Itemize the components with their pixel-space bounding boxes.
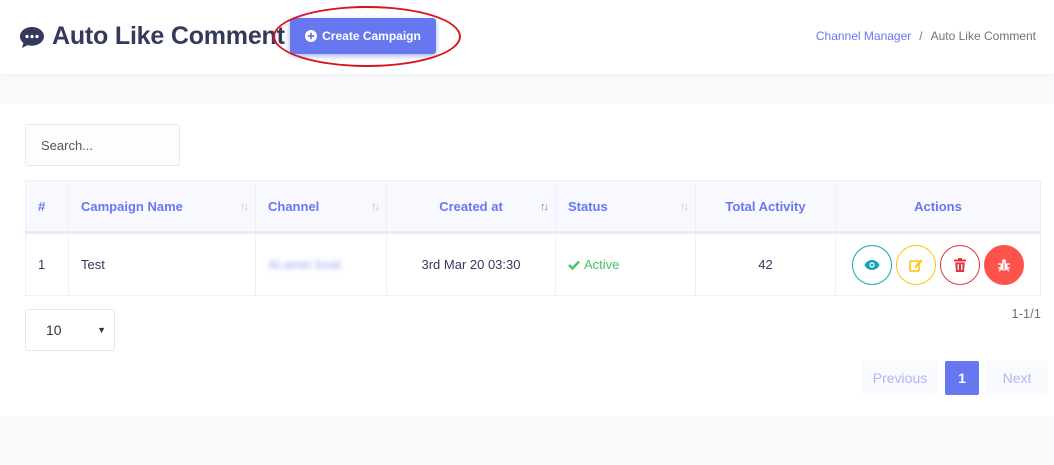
campaign-table: # Campaign Name ↑↓ Channel ↑↓ Created at ↑↓… bbox=[25, 180, 1041, 296]
edit-icon bbox=[909, 259, 923, 272]
next-page-button[interactable]: Next bbox=[986, 361, 1048, 395]
plus-circle-icon bbox=[305, 30, 318, 42]
eye-icon bbox=[864, 259, 880, 270]
delete-button[interactable] bbox=[940, 244, 980, 285]
create-campaign-button[interactable]: Create Campaign bbox=[290, 18, 436, 54]
col-created-at[interactable]: Created at ↑↓ bbox=[386, 180, 556, 234]
campaign-card: # Campaign Name↑↓ Channel↑↓ Created at↑↓… bbox=[0, 104, 1054, 416]
page-1-button[interactable]: 1 bbox=[945, 361, 979, 395]
page-size-value: 10 bbox=[46, 322, 62, 338]
pagination: Previous 1 Next bbox=[862, 361, 1048, 395]
cell-campaign-name: Test bbox=[68, 232, 256, 296]
breadcrumb-current: Auto Like Comment bbox=[930, 29, 1036, 43]
page-title: Auto Like Comment bbox=[52, 22, 285, 50]
caret-down-icon: ▼ bbox=[97, 325, 106, 335]
bug-icon bbox=[998, 258, 1010, 271]
table-row: 1 Test Al-amin boat 3rd Mar 20 03:30 Act… bbox=[25, 232, 1041, 296]
cell-actions bbox=[835, 232, 1041, 296]
sort-icon: ↑↓ bbox=[680, 201, 689, 213]
action-buttons bbox=[836, 234, 1040, 295]
edit-button[interactable] bbox=[896, 244, 936, 285]
create-campaign-label: Create Campaign bbox=[322, 29, 421, 43]
trash-icon bbox=[954, 257, 966, 272]
view-button[interactable] bbox=[852, 244, 892, 285]
title-group: Auto Like Comment bbox=[19, 22, 285, 51]
col-index[interactable]: # bbox=[25, 180, 69, 234]
channel-name: Al-amin boat bbox=[268, 257, 341, 272]
status-badge: Active bbox=[568, 257, 619, 272]
sort-icon: ↑↓ bbox=[540, 201, 549, 213]
page-size-select[interactable]: 10 ▼ bbox=[25, 309, 115, 351]
col-campaign-name[interactable]: Campaign Name ↑↓ bbox=[68, 180, 256, 234]
search-input[interactable] bbox=[25, 124, 180, 166]
cell-total-activity: 42 bbox=[695, 232, 836, 296]
breadcrumb-separator: / bbox=[919, 29, 923, 43]
report-bug-button[interactable] bbox=[984, 244, 1024, 285]
pagination-range: 1-1/1 bbox=[1011, 306, 1041, 321]
col-total-activity[interactable]: Total Activity bbox=[695, 180, 836, 234]
breadcrumb: Channel Manager / Auto Like Comment bbox=[816, 29, 1036, 43]
cell-status: Active bbox=[555, 232, 696, 296]
cell-created-at: 3rd Mar 20 03:30 bbox=[386, 232, 556, 296]
comment-dots-icon bbox=[20, 26, 44, 48]
top-header: Auto Like Comment Create Campaign Channe… bbox=[0, 0, 1054, 74]
breadcrumb-channel-manager[interactable]: Channel Manager bbox=[816, 29, 911, 43]
col-actions: Actions bbox=[835, 180, 1041, 234]
cell-channel: Al-amin boat bbox=[255, 232, 387, 296]
previous-page-button[interactable]: Previous bbox=[862, 361, 938, 395]
col-status[interactable]: Status ↑↓ bbox=[555, 180, 696, 234]
col-channel[interactable]: Channel ↑↓ bbox=[255, 180, 387, 234]
cell-index: 1 bbox=[25, 232, 69, 296]
sort-icon: ↑↓ bbox=[240, 201, 249, 213]
table-header-row: # Campaign Name ↑↓ Channel ↑↓ Created at ↑↓… bbox=[25, 180, 1041, 234]
check-icon bbox=[568, 260, 580, 270]
sort-icon: ↑↓ bbox=[371, 201, 380, 213]
status-label: Active bbox=[584, 257, 620, 272]
